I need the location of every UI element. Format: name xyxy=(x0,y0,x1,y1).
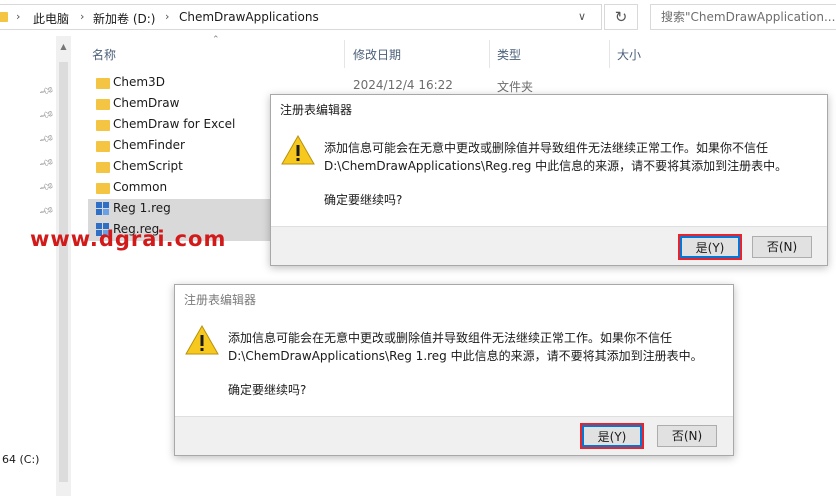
scroll-thumb[interactable] xyxy=(59,62,68,482)
breadcrumb-this-pc[interactable]: 此电脑 xyxy=(33,10,69,27)
navigation-pane: 📌︎ 📌︎ 📌︎ 📌︎ 📌︎ 📌︎ 64 (C:) xyxy=(0,36,56,496)
registry-editor-dialog: 注册表编辑器 添加信息可能会在无意中更改或删除值并导致组件无法继续正常工作。如果… xyxy=(174,284,734,456)
warning-icon xyxy=(185,325,219,355)
nav-item-drive-c[interactable]: 64 (C:) xyxy=(2,453,39,466)
chevron-right-icon[interactable]: › xyxy=(165,10,169,23)
scroll-up-icon[interactable]: ▲ xyxy=(56,42,71,51)
dialog-message-line1: 添加信息可能会在无意中更改或删除值并导致组件无法继续正常工作。如果你不信任 xyxy=(228,331,673,345)
list-item[interactable]: Reg 1.reg xyxy=(88,199,278,220)
folder-icon xyxy=(96,183,110,194)
pin-icon[interactable]: 📌︎ xyxy=(38,156,55,172)
yes-button[interactable]: 是(Y) xyxy=(678,234,742,260)
folder-icon xyxy=(96,99,110,110)
file-name: ChemDraw for Excel xyxy=(113,117,236,131)
file-name: ChemDraw xyxy=(113,96,180,110)
breadcrumb-current-folder[interactable]: ChemDrawApplications xyxy=(179,10,319,24)
dialog-question: 确定要继续吗? xyxy=(324,193,403,207)
pin-icon[interactable]: 📌︎ xyxy=(38,84,55,100)
dialog-question: 确定要继续吗? xyxy=(228,383,307,397)
refresh-button[interactable]: ↻ xyxy=(604,4,638,30)
column-header-size[interactable]: 大小 xyxy=(617,46,641,63)
address-bar[interactable]: › 此电脑 › 新加卷 (D:) › ChemDrawApplications … xyxy=(0,4,602,30)
folder-icon xyxy=(96,141,110,152)
list-item[interactable]: ChemDraw xyxy=(88,94,278,115)
pin-icon[interactable]: 📌︎ xyxy=(38,132,55,148)
nav-scrollbar[interactable]: ▲ xyxy=(56,36,71,496)
chevron-right-icon[interactable]: › xyxy=(16,10,20,23)
dialog-title: 注册表编辑器 xyxy=(184,293,257,307)
dialog-message-line1: 添加信息可能会在无意中更改或删除值并导致组件无法继续正常工作。如果你不信任 xyxy=(324,141,769,155)
search-input[interactable]: 搜索"ChemDrawApplication... xyxy=(650,4,836,30)
folder-icon xyxy=(96,120,110,131)
column-divider[interactable] xyxy=(489,40,490,68)
file-name: ChemFinder xyxy=(113,138,185,152)
list-item[interactable]: Common xyxy=(88,178,278,199)
registry-editor-dialog: 注册表编辑器 添加信息可能会在无意中更改或删除值并导致组件无法继续正常工作。如果… xyxy=(270,94,828,266)
dialog-footer: 是(Y) 否(N) xyxy=(271,226,827,265)
breadcrumb-drive-d[interactable]: 新加卷 (D:) xyxy=(93,10,155,27)
warning-icon xyxy=(281,135,315,165)
list-item[interactable]: Chem3D xyxy=(88,73,278,94)
refresh-icon: ↻ xyxy=(614,8,628,26)
file-date: 2024/12/4 16:22 xyxy=(353,78,453,92)
list-item[interactable]: ChemScript xyxy=(88,157,278,178)
watermark-text: www.dgrai.com xyxy=(30,227,227,251)
pin-icon[interactable]: 📌︎ xyxy=(38,204,55,220)
list-item[interactable]: ChemDraw for Excel xyxy=(88,115,278,136)
file-name: ChemScript xyxy=(113,159,183,173)
column-header-name[interactable]: 名称 xyxy=(92,46,116,63)
dialog-message-line2: D:\ChemDrawApplications\Reg.reg 中此信息的来源，… xyxy=(324,159,788,173)
column-divider[interactable] xyxy=(609,40,610,68)
column-header-date[interactable]: 修改日期 xyxy=(353,46,401,63)
file-name: Chem3D xyxy=(113,75,165,89)
folder-icon xyxy=(0,12,8,22)
address-row: › 此电脑 › 新加卷 (D:) › ChemDrawApplications … xyxy=(0,0,836,36)
registry-file-icon xyxy=(96,202,110,216)
list-item[interactable]: ChemFinder xyxy=(88,136,278,157)
no-button[interactable]: 否(N) xyxy=(752,236,812,258)
dialog-message-line2: D:\ChemDrawApplications\Reg 1.reg 中此信息的来… xyxy=(228,349,703,363)
folder-icon xyxy=(96,162,110,173)
pin-icon[interactable]: 📌︎ xyxy=(38,108,55,124)
chevron-right-icon[interactable]: › xyxy=(80,10,84,23)
dialog-footer: 是(Y) 否(N) xyxy=(175,416,733,455)
pin-icon[interactable]: 📌︎ xyxy=(38,180,55,196)
sort-ascending-icon: ⌃ xyxy=(212,35,220,45)
column-header-type[interactable]: 类型 xyxy=(497,46,521,63)
dialog-title: 注册表编辑器 xyxy=(280,103,353,117)
file-type: 文件夹 xyxy=(497,80,534,94)
file-name: Common xyxy=(113,180,168,194)
file-name: Reg 1.reg xyxy=(113,201,171,215)
folder-icon xyxy=(96,78,110,89)
column-divider[interactable] xyxy=(344,40,345,68)
yes-button[interactable]: 是(Y) xyxy=(580,423,644,449)
no-button[interactable]: 否(N) xyxy=(657,425,717,447)
chevron-down-icon[interactable]: ∨ xyxy=(578,10,586,23)
